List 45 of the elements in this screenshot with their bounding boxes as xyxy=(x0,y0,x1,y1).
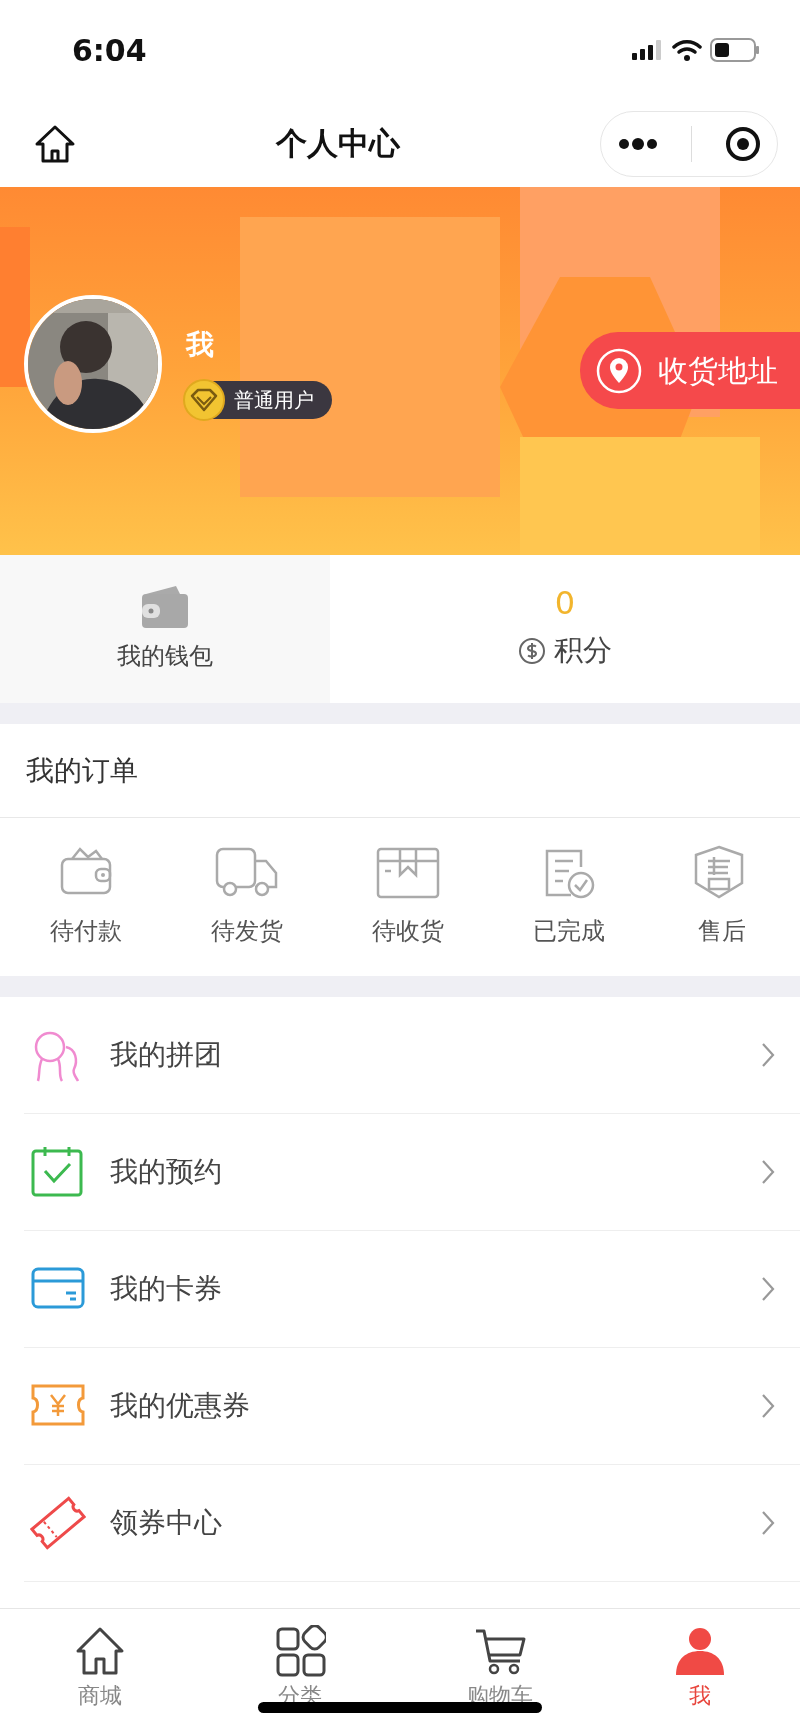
more-icon xyxy=(617,136,658,151)
menu-item[interactable]: 我的优惠券 xyxy=(24,1348,800,1465)
order-status-label: 待发货 xyxy=(211,916,284,947)
chevron-right-icon xyxy=(760,1275,776,1303)
menu-item[interactable]: 我的拼团 xyxy=(24,997,800,1114)
section-title: 我的订单 xyxy=(0,724,800,818)
wallet-button[interactable]: 我的钱包 xyxy=(0,555,330,703)
signal-icon xyxy=(632,40,664,60)
order-status-label: 售后 xyxy=(697,916,746,947)
order-status-button[interactable]: 待付款 xyxy=(50,845,123,949)
order-status-label: 待收货 xyxy=(372,916,444,947)
location-pin-icon xyxy=(596,347,642,394)
target-icon xyxy=(724,125,761,162)
order-status-button[interactable]: 待发货 xyxy=(211,845,284,949)
chevron-right-icon xyxy=(760,1041,776,1069)
wifi-icon xyxy=(672,39,702,61)
menu-item[interactable]: 我的预约 xyxy=(24,1114,800,1231)
menu-item[interactable]: 领券中心 xyxy=(24,1465,800,1582)
wallet-icon xyxy=(140,584,190,630)
chevron-right-icon xyxy=(760,1509,776,1537)
order-status-button[interactable]: 待收货 xyxy=(372,845,444,949)
chevron-right-icon xyxy=(760,1392,776,1420)
points-value: 0 xyxy=(554,585,576,621)
address-button[interactable]: 收货地址 xyxy=(580,332,800,409)
tab-item[interactable]: 商城 xyxy=(0,1609,200,1731)
order-status-label: 已完成 xyxy=(532,916,605,947)
chevron-right-icon xyxy=(760,1158,776,1186)
user-name: 我 xyxy=(186,327,214,363)
order-status-button[interactable]: 售后 xyxy=(693,845,750,949)
order-status-button[interactable]: 已完成 xyxy=(532,845,605,949)
order-status-label: 待付款 xyxy=(50,916,123,947)
status-time: 6:04 xyxy=(72,31,147,70)
home-icon xyxy=(74,1625,126,1677)
package-icon xyxy=(375,845,441,901)
battery-icon xyxy=(710,38,760,62)
points-label: 积分 xyxy=(554,631,612,669)
close-button[interactable] xyxy=(724,125,761,162)
menu-item[interactable]: 我的卡券 xyxy=(24,1231,800,1348)
wallet-label: 我的钱包 xyxy=(117,641,213,672)
grid-icon xyxy=(274,1625,326,1677)
tab-item[interactable]: 我 xyxy=(600,1609,800,1731)
person-icon xyxy=(674,1625,726,1677)
more-button[interactable] xyxy=(617,136,658,151)
dollar-coin-icon xyxy=(518,636,546,665)
page-title: 个人中心 xyxy=(276,124,400,164)
